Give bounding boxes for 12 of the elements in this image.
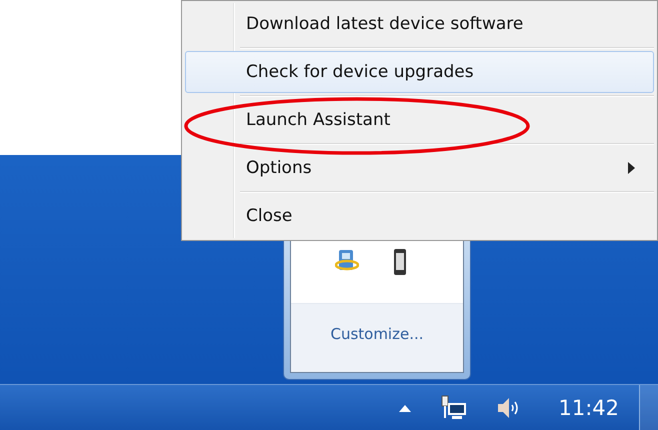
phone-icon[interactable]	[393, 248, 407, 276]
menu-item[interactable]: Check for device upgrades	[185, 51, 654, 93]
customize-link[interactable]: Customize...	[330, 325, 424, 343]
menu-item[interactable]: Options	[185, 147, 654, 189]
clock[interactable]: 11:42	[558, 396, 619, 420]
show-hidden-icons-button[interactable]	[398, 404, 412, 412]
submenu-arrow-icon	[628, 162, 635, 174]
network-icon[interactable]	[440, 394, 468, 420]
show-desktop-button[interactable]	[639, 385, 658, 430]
menu-item[interactable]: Download latest device software	[185, 3, 654, 45]
menu-item[interactable]: Launch Assistant	[185, 99, 654, 141]
menu-item[interactable]: Close	[185, 195, 654, 237]
